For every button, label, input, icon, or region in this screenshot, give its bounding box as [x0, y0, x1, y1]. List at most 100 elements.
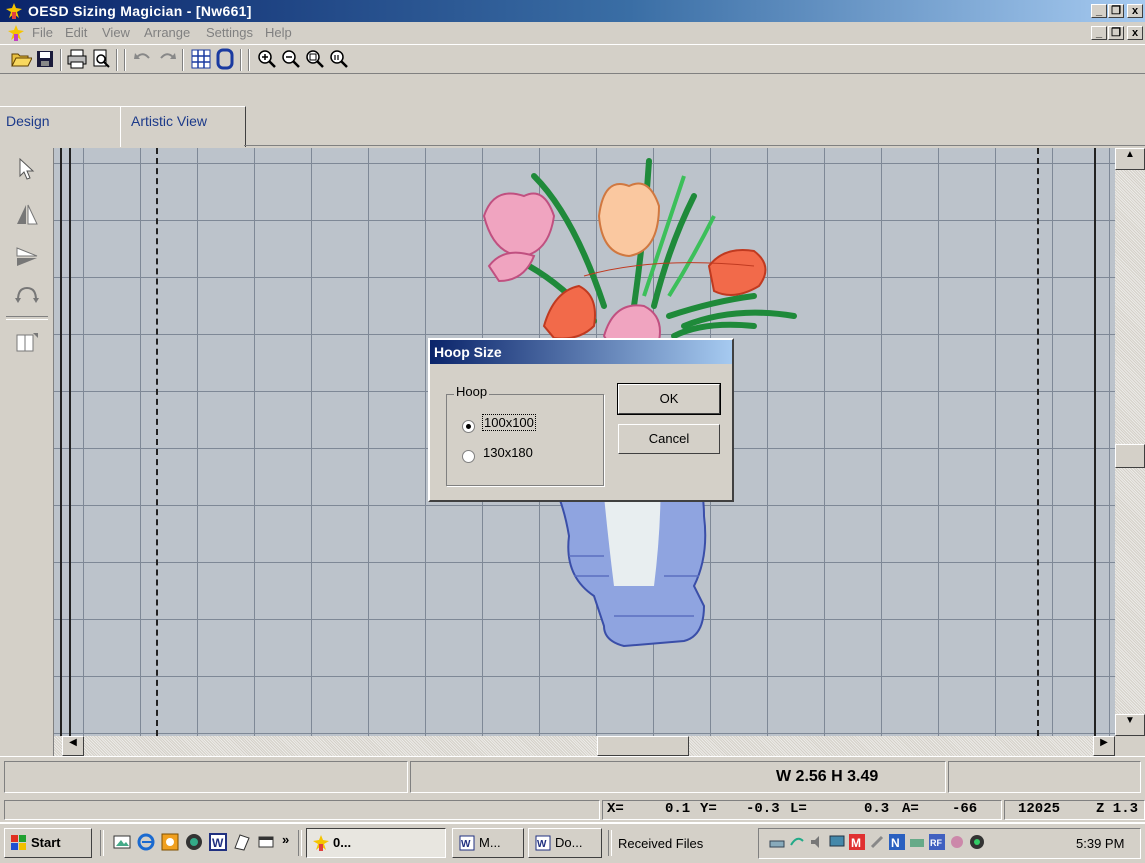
start-button[interactable]: Start — [4, 828, 92, 858]
outlook-icon[interactable] — [160, 832, 180, 852]
printer-tray-icon[interactable] — [908, 833, 926, 851]
media-player-icon[interactable] — [184, 832, 204, 852]
hoop-group-label: Hoop — [454, 384, 490, 399]
menu-file[interactable]: File — [32, 25, 53, 40]
word-icon: W — [535, 835, 551, 851]
toolbar — [0, 44, 1145, 74]
word-icon: W — [459, 835, 475, 851]
svg-text:N: N — [891, 836, 900, 850]
print-icon[interactable] — [66, 48, 88, 70]
undo-icon[interactable] — [132, 48, 154, 70]
svg-text:RF: RF — [930, 838, 942, 848]
mirror-vertical-icon[interactable] — [14, 244, 40, 270]
internet-explorer-icon[interactable] — [136, 832, 156, 852]
word-icon[interactable]: W — [208, 832, 228, 852]
quick-launch-chevron[interactable]: » — [282, 832, 289, 847]
doc-restore-button[interactable]: ❐ — [1108, 26, 1124, 40]
l-value: 0.3 — [864, 801, 890, 817]
close-button[interactable]: x — [1127, 4, 1143, 18]
redo-icon[interactable] — [156, 48, 178, 70]
print-preview-icon[interactable] — [90, 48, 112, 70]
svg-text:W: W — [212, 836, 224, 850]
tools-tray-icon[interactable] — [868, 833, 886, 851]
rf-tray-icon[interactable]: RF — [928, 833, 946, 851]
app-logo-icon — [6, 3, 22, 19]
zoom-out-icon[interactable] — [280, 48, 302, 70]
select-arrow-icon[interactable] — [14, 156, 40, 182]
option-100x100-label[interactable]: 100x100 — [482, 414, 536, 431]
m-tray-icon[interactable]: M — [848, 833, 866, 851]
n-tray-icon[interactable]: N — [888, 833, 906, 851]
minimize-button[interactable]: _ — [1091, 4, 1107, 18]
menu-help[interactable]: Help — [265, 25, 292, 40]
option-130x180-label[interactable]: 130x180 — [483, 445, 533, 460]
tab-design-label: Design — [6, 113, 50, 129]
restore-button[interactable]: ❐ — [1108, 4, 1124, 18]
window-title: OESD Sizing Magician - [Nw661] — [28, 3, 252, 19]
network-tray-icon[interactable] — [768, 833, 786, 851]
hoop-groupbox — [446, 394, 604, 486]
zoom-in-icon[interactable] — [256, 48, 278, 70]
status-bar-coordinates: X= 0.1 Y= -0.3 L= 0.3 A= -66 12025 Z 1.3 — [0, 798, 1145, 822]
ok-button[interactable]: OK — [617, 383, 721, 415]
svg-text:M: M — [851, 836, 861, 850]
menu-edit[interactable]: Edit — [65, 25, 87, 40]
security-tray-icon[interactable] — [968, 833, 986, 851]
menu-view[interactable]: View — [102, 25, 130, 40]
tab-artistic-view-label: Artistic View — [131, 113, 207, 129]
resize-icon[interactable] — [14, 330, 40, 356]
svg-text:W: W — [461, 839, 471, 850]
tab-artistic-view[interactable]: Artistic View — [120, 106, 246, 147]
window-icon[interactable] — [256, 832, 276, 852]
hoop-frame-line — [69, 148, 71, 736]
show-desktop-icon[interactable] — [112, 832, 132, 852]
task-word-do[interactable]: W Do... — [528, 828, 602, 858]
monitor-tray-icon[interactable] — [828, 833, 846, 851]
rotate-icon[interactable] — [14, 282, 40, 308]
hand-tray-icon[interactable] — [948, 833, 966, 851]
menu-arrange[interactable]: Arrange — [144, 25, 190, 40]
zoom-level: Z 1.3 — [1096, 801, 1139, 817]
scroll-left-button[interactable]: ◀ — [62, 736, 84, 756]
horizontal-scrollbar[interactable]: ◀ ▶ — [54, 736, 1115, 756]
radio-130x180[interactable] — [462, 450, 475, 463]
vertical-scrollbar[interactable]: ▲ ▼ — [1115, 148, 1145, 736]
scroll-down-button[interactable]: ▼ — [1115, 714, 1145, 736]
a-label: A= — [902, 801, 919, 817]
hoop-right-edge — [1094, 148, 1096, 736]
sync-tray-icon[interactable] — [788, 833, 806, 851]
tool-palette — [0, 148, 54, 756]
zoom-fit-icon[interactable] — [304, 48, 326, 70]
notes-icon[interactable] — [232, 832, 252, 852]
radio-100x100[interactable] — [462, 420, 475, 433]
menu-settings[interactable]: Settings — [206, 25, 253, 40]
task-sizing-magician[interactable]: 0... — [306, 828, 446, 858]
open-folder-icon[interactable] — [10, 48, 32, 70]
scroll-up-button[interactable]: ▲ — [1115, 148, 1145, 170]
y-label: Y= — [700, 801, 717, 817]
doc-minimize-button[interactable]: _ — [1091, 26, 1107, 40]
mirror-horizontal-icon[interactable] — [14, 202, 40, 228]
horizontal-scroll-thumb[interactable] — [597, 736, 689, 756]
menu-bar: File Edit View Arrange Settings Help _ ❐… — [0, 22, 1145, 44]
cancel-button[interactable]: Cancel — [618, 424, 720, 454]
y-value: -0.3 — [746, 801, 780, 817]
hoop-icon[interactable] — [214, 48, 236, 70]
task-word-m[interactable]: W M... — [452, 828, 524, 858]
start-label: Start — [31, 835, 61, 850]
doc-close-button[interactable]: x — [1127, 26, 1143, 40]
received-files-label[interactable]: Received Files — [618, 836, 703, 851]
tab-design[interactable]: Design — [0, 106, 121, 147]
vertical-scroll-thumb[interactable] — [1115, 444, 1145, 468]
l-label: L= — [790, 801, 807, 817]
scroll-right-button[interactable]: ▶ — [1093, 736, 1115, 756]
grid-icon[interactable] — [190, 48, 212, 70]
view-tabs: Design Artistic View — [0, 74, 1145, 148]
status-bar-size: W 2.56 H 3.49 — [0, 756, 1145, 799]
volume-tray-icon[interactable] — [808, 833, 826, 851]
document-icon — [8, 25, 24, 41]
hoop-dashed-left — [156, 148, 158, 736]
zoom-100-icon[interactable] — [328, 48, 350, 70]
taskbar: Start W » 0... W M... W Do... Received F… — [0, 822, 1145, 863]
save-icon[interactable] — [34, 48, 56, 70]
